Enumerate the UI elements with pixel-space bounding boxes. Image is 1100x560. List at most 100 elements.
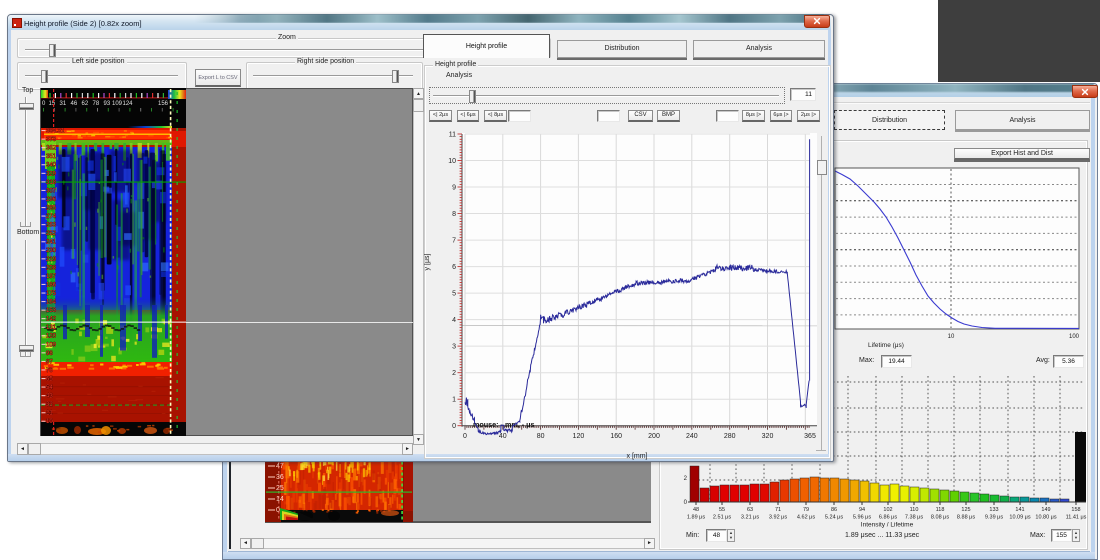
svg-text:109: 109 — [46, 342, 57, 348]
svg-text:241: 241 — [46, 240, 57, 246]
svg-text:263: 263 — [46, 223, 57, 229]
svg-text:8.08 μs: 8.08 μs — [931, 515, 949, 521]
svg-text:x [mm]: x [mm] — [627, 453, 648, 460]
svg-text:7: 7 — [452, 238, 456, 245]
svg-text:63: 63 — [747, 507, 753, 513]
svg-text:93: 93 — [104, 101, 111, 107]
svg-text:158: 158 — [1071, 507, 1080, 513]
svg-text:156: 156 — [158, 101, 169, 107]
svg-text:46: 46 — [71, 101, 78, 107]
svg-text:141: 141 — [1015, 507, 1024, 513]
svg-text:5: 5 — [452, 291, 456, 298]
svg-text:365: 365 — [804, 433, 816, 440]
svg-text:8.88 μs: 8.88 μs — [957, 515, 975, 521]
svg-text:31: 31 — [60, 101, 67, 107]
svg-text:0: 0 — [684, 500, 688, 506]
svg-text:11.41 μs: 11.41 μs — [1066, 515, 1087, 521]
svg-text:280: 280 — [724, 433, 736, 440]
svg-text:118: 118 — [936, 507, 945, 513]
svg-text:3: 3 — [452, 344, 456, 351]
svg-text:Intensity / Lifetime: Intensity / Lifetime — [861, 522, 914, 529]
svg-text:y [μs]: y [μs] — [424, 254, 431, 271]
svg-text:36: 36 — [276, 474, 284, 481]
svg-text:125: 125 — [961, 507, 970, 513]
svg-text:3.92 μs: 3.92 μs — [769, 515, 787, 521]
svg-text:32: 32 — [46, 402, 53, 408]
svg-text:160: 160 — [610, 433, 622, 440]
svg-text:10.09 μs: 10.09 μs — [1009, 515, 1030, 521]
svg-text:274: 274 — [46, 214, 57, 220]
svg-text:149: 149 — [1041, 507, 1050, 513]
svg-text:94: 94 — [859, 507, 865, 513]
svg-text:0: 0 — [463, 433, 467, 440]
svg-text:98: 98 — [46, 351, 53, 357]
svg-text:307: 307 — [46, 188, 57, 194]
svg-text:78: 78 — [93, 101, 100, 107]
svg-text:9.39 μs: 9.39 μs — [985, 515, 1003, 521]
svg-text:6: 6 — [452, 264, 456, 271]
svg-text:252: 252 — [46, 231, 57, 237]
svg-text:153: 153 — [46, 308, 57, 314]
svg-text:320: 320 — [762, 433, 774, 440]
svg-text:100: 100 — [1069, 334, 1080, 340]
svg-text:186: 186 — [46, 282, 57, 288]
svg-text:76: 76 — [46, 368, 53, 374]
svg-text:86: 86 — [831, 507, 837, 513]
svg-text:285: 285 — [46, 206, 57, 212]
svg-text:2: 2 — [452, 370, 456, 377]
svg-text:79: 79 — [803, 507, 809, 513]
svg-text:2.51 μs: 2.51 μs — [713, 515, 731, 521]
svg-text:133: 133 — [989, 507, 998, 513]
svg-text:120: 120 — [573, 433, 585, 440]
svg-text:102: 102 — [883, 507, 892, 513]
svg-text:1.89 μs: 1.89 μs — [687, 515, 705, 521]
svg-text:1: 1 — [452, 397, 456, 404]
svg-text:109: 109 — [112, 101, 123, 107]
svg-text:208: 208 — [46, 265, 57, 271]
svg-text:240: 240 — [686, 433, 698, 440]
svg-text:329: 329 — [46, 171, 57, 177]
svg-text:Lifetime (μs): Lifetime (μs) — [868, 342, 904, 349]
svg-text:4.62 μs: 4.62 μs — [797, 515, 815, 521]
svg-text:55: 55 — [719, 507, 725, 513]
svg-text:47: 47 — [276, 463, 284, 470]
svg-text:197: 197 — [46, 274, 57, 280]
svg-text:14: 14 — [276, 496, 284, 503]
svg-text:25: 25 — [276, 485, 284, 492]
svg-text:124: 124 — [123, 101, 134, 107]
svg-text:120: 120 — [46, 334, 57, 340]
svg-text:8: 8 — [452, 211, 456, 218]
svg-text:131: 131 — [46, 325, 57, 331]
svg-text:351: 351 — [46, 154, 57, 160]
svg-text:54: 54 — [46, 385, 53, 391]
svg-text:48: 48 — [693, 507, 699, 513]
svg-text:362: 362 — [46, 146, 57, 152]
svg-text:65: 65 — [46, 377, 53, 383]
svg-text:21: 21 — [46, 411, 53, 417]
svg-text:384.31: 384.31 — [46, 129, 65, 135]
svg-text:10.80 μs: 10.80 μs — [1035, 515, 1056, 521]
svg-text:0: 0 — [276, 507, 280, 514]
svg-text:5.96 μs: 5.96 μs — [853, 515, 871, 521]
svg-text:71: 71 — [775, 507, 781, 513]
svg-text:164: 164 — [46, 300, 57, 306]
svg-text:10: 10 — [46, 419, 53, 425]
svg-text:2: 2 — [684, 476, 688, 482]
svg-text:40: 40 — [499, 433, 507, 440]
svg-text:110: 110 — [910, 507, 919, 513]
svg-text:5.24 μs: 5.24 μs — [825, 515, 843, 521]
svg-text:62: 62 — [82, 101, 89, 107]
svg-text:3.21 μs: 3.21 μs — [741, 515, 759, 521]
svg-text:219: 219 — [46, 257, 57, 263]
svg-text:296: 296 — [46, 197, 57, 203]
svg-text:87: 87 — [46, 359, 53, 365]
svg-text:230: 230 — [46, 248, 57, 254]
svg-text:9: 9 — [452, 185, 456, 192]
svg-text:10: 10 — [448, 158, 456, 165]
svg-text:373: 373 — [46, 137, 57, 143]
svg-text:43: 43 — [46, 394, 53, 400]
svg-text:7.38 μs: 7.38 μs — [905, 515, 923, 521]
svg-text:200: 200 — [648, 433, 660, 440]
svg-text:80: 80 — [537, 433, 545, 440]
svg-text:318: 318 — [46, 180, 57, 186]
